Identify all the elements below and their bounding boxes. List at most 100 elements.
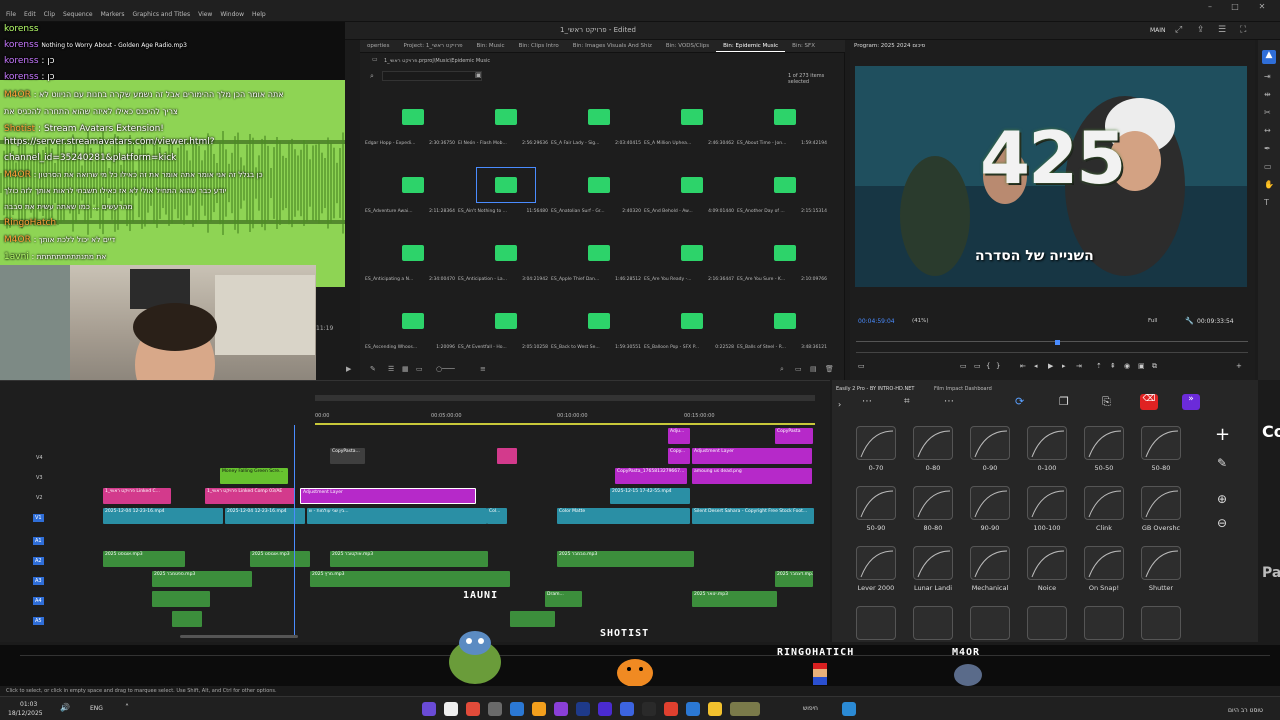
bin-item[interactable]: Edgar Hopp - Expedi... 2:30:36750: [365, 95, 455, 163]
ripple-edit-icon[interactable]: ⇹: [1264, 90, 1271, 99]
preset-tile[interactable]: Mechanical: [966, 544, 1014, 592]
timeline-clip[interactable]: CopyPasta...: [330, 448, 365, 464]
app-icon[interactable]: [730, 702, 760, 716]
sort-icon[interactable]: ≡: [480, 365, 486, 373]
timeline-playhead[interactable]: [294, 425, 295, 635]
go-to-out-icon[interactable]: }: [996, 362, 1000, 370]
bin-item[interactable]: ES_Another Day of ... 2:15:15314: [737, 163, 827, 231]
app-icon[interactable]: [510, 702, 524, 716]
delete-icon[interactable]: ⌫: [1140, 394, 1158, 410]
crop-icon[interactable]: ⌗: [904, 396, 910, 407]
audio-clip[interactable]: [172, 611, 202, 627]
quality-select[interactable]: Full: [1148, 318, 1157, 324]
track-header-a2[interactable]: A2: [0, 554, 100, 574]
program-title[interactable]: Program: 2025 2024 סיכום: [854, 43, 925, 49]
bin-thumbnail[interactable]: [383, 99, 443, 135]
bin-item[interactable]: ES_Are You Sure - K... 2:10:09766: [737, 231, 827, 299]
go-to-start-icon[interactable]: ⇤: [1020, 362, 1026, 370]
add-icon[interactable]: +: [1215, 424, 1230, 445]
sync-icon[interactable]: ⟳: [1015, 395, 1024, 408]
anchor-icon[interactable]: ⋯: [862, 396, 872, 407]
audio-clip[interactable]: 2025 אוגוסט.mp3: [250, 551, 310, 567]
timeline-clip[interactable]: Color Matte: [557, 508, 690, 524]
preset-tile[interactable]: Lunar Landi: [909, 544, 957, 592]
menu-help[interactable]: Help: [252, 11, 266, 22]
preset-tile[interactable]: 50-80: [1137, 424, 1185, 472]
lift-icon[interactable]: ⇡: [1096, 362, 1102, 370]
menu-edit[interactable]: Edit: [24, 11, 36, 22]
after-effects-icon[interactable]: [576, 702, 590, 716]
bin-thumbnail[interactable]: [569, 167, 629, 203]
tab-film-impact[interactable]: Film Impact Dashboard: [934, 386, 992, 392]
extract-icon[interactable]: ⇞: [1110, 362, 1116, 370]
overlay-icon[interactable]: ⧉: [1152, 362, 1157, 371]
audio-clip[interactable]: 2025 ספטמבר.mp3: [152, 571, 252, 587]
paste-icon[interactable]: ⎘: [1102, 395, 1111, 409]
bin-thumbnail[interactable]: [569, 303, 629, 339]
trash-icon[interactable]: 🗑: [825, 365, 834, 373]
menu-view[interactable]: View: [198, 11, 212, 22]
bin-thumbnail[interactable]: [662, 99, 722, 135]
preset-tile[interactable]: 80-80: [909, 484, 957, 532]
program-zoom-bar[interactable]: [856, 352, 1248, 353]
zoom-out-icon[interactable]: ⊖: [1217, 516, 1227, 530]
bin-thumbnail[interactable]: [476, 303, 536, 339]
bin-thumbnail[interactable]: [476, 167, 536, 203]
bin-item[interactable]: ES_Anticipation - La... 3:04:21942: [458, 231, 548, 299]
timeline-clip[interactable]: Col...: [487, 508, 507, 524]
bin-item[interactable]: ES_Balloon Pop - SFX P... 0:22528: [644, 299, 734, 367]
preset-tile[interactable]: 0-70: [852, 424, 900, 472]
menu-window[interactable]: Window: [220, 11, 244, 22]
bin-thumbnail[interactable]: [383, 303, 443, 339]
bin-item[interactable]: ES_A Fair Lady - Sig... 2:03:40415: [551, 95, 641, 163]
pen-icon[interactable]: ✒: [1264, 144, 1271, 153]
rectangle-icon[interactable]: ▭: [1264, 162, 1272, 171]
timeline-clip[interactable]: amoung us dead.png: [692, 468, 812, 484]
bin-item[interactable]: ES_Apple Thief Dan... 1:46:28512: [551, 231, 641, 299]
preset-tile[interactable]: 90-90: [966, 484, 1014, 532]
app-icon[interactable]: [642, 702, 656, 716]
preset-tile[interactable]: Noice: [1023, 544, 1071, 592]
search-input[interactable]: [382, 71, 482, 81]
razor-icon[interactable]: ✂: [1264, 108, 1271, 117]
timeline-clip[interactable]: 1_פרויקט ראשי Linked Comp 03/AE: [205, 488, 295, 504]
mark-in-icon[interactable]: ▭: [960, 362, 967, 370]
timeline-clip[interactable]: Adju...: [668, 428, 690, 444]
compare-icon[interactable]: ▣: [1138, 362, 1145, 370]
volume-icon[interactable]: 🔊: [60, 703, 70, 712]
chevron-up-icon[interactable]: ˄: [125, 703, 129, 712]
tab-easily[interactable]: Easily 2 Pro - BY INTRO-HD.NET: [836, 386, 914, 392]
zoom-select[interactable]: (41%): [912, 318, 929, 324]
app-icon[interactable]: [444, 702, 458, 716]
bin-thumbnail[interactable]: [569, 235, 629, 271]
step-back-icon[interactable]: ◂: [1034, 362, 1038, 370]
bin-item[interactable]: ES_Anticipating a N... 2:34:00470: [365, 231, 455, 299]
chat-link[interactable]: channel_id=35240281&platform=kick: [4, 153, 176, 163]
tab-properties[interactable]: operties: [360, 40, 396, 52]
slip-icon[interactable]: ↔: [1264, 126, 1271, 135]
bin-item[interactable]: ES_Anatolian Surf - Gr... 2:40320: [551, 163, 641, 231]
timeline-clip[interactable]: 2025-12-04 12-23-16.mp4: [103, 508, 223, 524]
audio-clip[interactable]: 2025 מרץ.mp3: [310, 571, 510, 587]
list-view-icon[interactable]: ☰: [388, 365, 394, 373]
marker-icon[interactable]: ▭: [858, 362, 865, 370]
bin-thumbnail[interactable]: [569, 99, 629, 135]
audio-clip[interactable]: [152, 591, 210, 607]
type-icon[interactable]: T: [1264, 198, 1269, 207]
timeline-clip[interactable]: בין שני עולמות - ש...: [307, 508, 487, 524]
preset-tile[interactable]: Shutter: [1137, 544, 1185, 592]
bin-thumbnail[interactable]: [383, 235, 443, 271]
news-widget[interactable]: טוסט רב היום: [1228, 707, 1263, 714]
new-item-button[interactable]: ▤: [810, 365, 817, 373]
hand-icon[interactable]: ✋: [1264, 180, 1274, 189]
step-forward-icon[interactable]: ▸: [1062, 362, 1066, 370]
track-header-a1[interactable]: A1: [0, 534, 100, 554]
timeline-zoom-bar[interactable]: [180, 635, 298, 638]
new-bin-icon[interactable]: ▣: [475, 71, 482, 79]
search-label[interactable]: חיפוש: [803, 705, 818, 712]
camera-icon[interactable]: ◉: [1124, 362, 1130, 370]
bin-thumbnail[interactable]: [755, 235, 815, 271]
go-to-end-icon[interactable]: ⇥: [1076, 362, 1082, 370]
menu-markers[interactable]: Markers: [101, 11, 125, 22]
bin-item[interactable]: ES_About Time - Jon... 1:59:42194: [737, 95, 827, 163]
